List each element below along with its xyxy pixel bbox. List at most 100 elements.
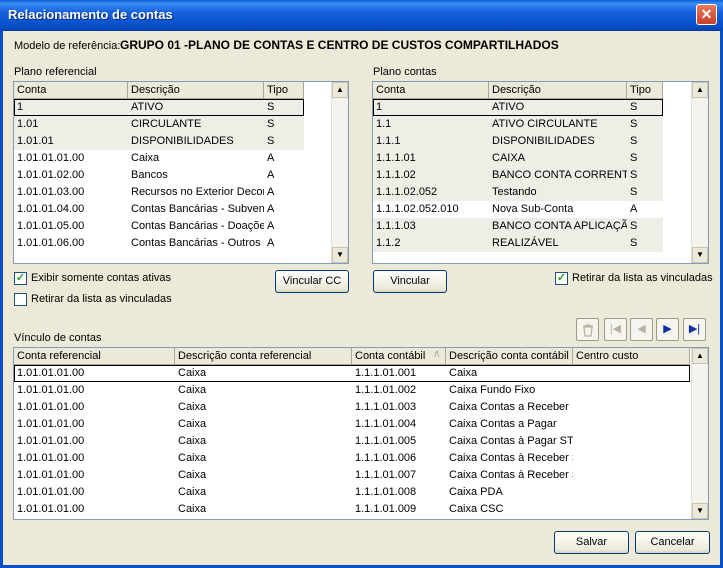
cell-conta: 1.1.1.02 bbox=[376, 169, 416, 181]
cell-descricao: CIRCULANTE bbox=[131, 118, 202, 130]
column-header-descricao[interactable]: Descrição bbox=[128, 82, 264, 99]
table-row[interactable]: 1.01.01.06.00 Contas Bancárias - Outros R… bbox=[14, 235, 304, 252]
plano-referencial-scrollbar[interactable]: ▲ ▼ bbox=[331, 82, 348, 263]
window-border-left bbox=[0, 30, 3, 568]
table-row[interactable]: 1.01.01.01.00 Caixa 1.1.1.01.003 Caixa Cont… bbox=[14, 399, 690, 416]
table-row[interactable]: 1.01.01.01.00 Caixa 1.1.1.01.002 Caixa Fund… bbox=[14, 382, 690, 399]
sort-ascending-icon: /\ bbox=[434, 350, 439, 359]
vincular-cc-button[interactable]: Vincular CC bbox=[275, 270, 349, 293]
table-row[interactable]: 1.01.01.01.00 Caixa 1.1.1.01.007 Caixa Cont… bbox=[14, 467, 690, 484]
cell-tipo: S bbox=[630, 237, 638, 249]
retirar-vinculadas-left-checkbox[interactable] bbox=[14, 293, 27, 306]
table-row[interactable]: 1.1.1.02.052 Testando S bbox=[373, 184, 663, 201]
table-row[interactable]: 1.01.01.01.00 Caixa 1.1.1.01.009 Caixa CSC bbox=[14, 501, 690, 518]
cell-centro-custo bbox=[573, 433, 690, 450]
cell-tipo: S bbox=[630, 135, 638, 147]
table-row[interactable]: 1.1.1.03 BANCO CONTA APLICAÇÃ S bbox=[373, 218, 663, 235]
cell-conta-contabil: 1.1.1.01.009 bbox=[355, 503, 417, 515]
salvar-button[interactable]: Salvar bbox=[554, 531, 629, 554]
table-row[interactable]: 1.01.01.03.00 Recursos no Exterior Decorr… bbox=[14, 184, 304, 201]
table-row[interactable]: 1 ATIVO S bbox=[373, 99, 663, 116]
column-header-conta[interactable]: Conta bbox=[14, 82, 128, 99]
cell-descricao: Contas Bancárias - Subvenç bbox=[131, 203, 264, 215]
column-header-conta-contabil[interactable]: Conta contábil /\ bbox=[352, 348, 446, 365]
cell-tipo: S bbox=[630, 220, 638, 232]
table-row[interactable]: 1.1.1.01 CAIXA S bbox=[373, 150, 663, 167]
column-header-tipo[interactable]: Tipo bbox=[627, 82, 663, 99]
table-row[interactable]: 1.01.01.04.00 Contas Bancárias - Subvenç A bbox=[14, 201, 304, 218]
table-row[interactable]: 1.1.1.02 BANCO CONTA CORRENT S bbox=[373, 167, 663, 184]
column-header-tipo[interactable]: Tipo bbox=[264, 82, 304, 99]
retirar-vinculadas-right-checkbox[interactable]: ✓ bbox=[555, 272, 568, 285]
cell-descricao-conta-contabil: Caixa PDA bbox=[449, 486, 503, 498]
cell-descricao-conta-referencial: Caixa bbox=[178, 452, 207, 464]
table-row[interactable]: 1.01.01.01.00 Caixa 1.1.1.01.004 Caixa Cont… bbox=[14, 416, 690, 433]
table-row[interactable]: 1.01.01 DISPONIBILIDADES S bbox=[14, 133, 304, 150]
table-row[interactable]: 1.01.01.01.00 Caixa 1.1.1.01.001 Caixa bbox=[14, 365, 690, 382]
cell-conta-contabil: 1.1.1.01.002 bbox=[355, 384, 417, 396]
table-row[interactable]: 1.1.1.02.052.010 Nova Sub-Conta A bbox=[373, 201, 663, 218]
cell-descricao-conta-contabil: Caixa bbox=[449, 367, 478, 379]
cell-conta: 1.1.1.02.052 bbox=[376, 186, 438, 198]
plano-contas-scrollbar[interactable]: ▲ ▼ bbox=[691, 82, 708, 263]
column-header-descricao-conta-referencial[interactable]: Descrição conta referencial bbox=[175, 348, 352, 365]
vinculo-scrollbar[interactable]: ▲ ▼ bbox=[691, 348, 708, 519]
cell-tipo: S bbox=[630, 152, 638, 164]
table-row[interactable]: 1.1.2 REALIZÁVEL S bbox=[373, 235, 663, 252]
plano-referencial-label: Plano referencial bbox=[14, 66, 97, 78]
table-row[interactable]: 1.01.01.01.00 Caixa 1.1.1.01.006 Caixa Cont… bbox=[14, 450, 690, 467]
cell-descricao: BANCO CONTA APLICAÇÃ bbox=[492, 220, 627, 232]
cell-centro-custo bbox=[573, 382, 690, 399]
vinculo-label: Vínculo de contas bbox=[14, 332, 102, 344]
cell-descricao-conta-contabil: Caixa Contas à Receber S bbox=[449, 469, 573, 481]
exibir-ativas-label: Exibir somente contas ativas bbox=[31, 272, 172, 284]
column-header-descricao[interactable]: Descrição bbox=[489, 82, 627, 99]
table-row[interactable]: 1.01.01.01.00 Caixa 1.1.1.01.005 Caixa Cont… bbox=[14, 433, 690, 450]
column-header-conta-referencial[interactable]: Conta referencial bbox=[14, 348, 175, 365]
cell-conta: 1.1.1.02.052.010 bbox=[376, 203, 459, 215]
cell-conta: 1.01.01.05.00 bbox=[17, 220, 85, 232]
last-record-icon[interactable]: ▶| bbox=[683, 318, 706, 341]
cell-conta: 1.1 bbox=[376, 118, 392, 130]
cell-tipo: S bbox=[630, 186, 638, 198]
scroll-down-icon[interactable]: ▼ bbox=[692, 247, 708, 263]
cell-descricao-conta-contabil: Caixa CSC bbox=[449, 503, 504, 515]
first-record-icon[interactable]: |◀ bbox=[604, 318, 627, 341]
table-row[interactable]: 1.1.1 DISPONIBILIDADES S bbox=[373, 133, 663, 150]
scroll-up-icon[interactable]: ▲ bbox=[692, 348, 708, 364]
cell-conta: 1.01.01.03.00 bbox=[17, 186, 85, 198]
cell-conta: 1.01 bbox=[17, 118, 39, 130]
table-row[interactable]: 1.01.01.01.00 Caixa A bbox=[14, 150, 304, 167]
cell-conta-referencial: 1.01.01.01.00 bbox=[17, 384, 85, 396]
retirar-vinculadas-left-label: Retirar da lista as vinculadas bbox=[31, 293, 172, 305]
cell-centro-custo bbox=[573, 450, 690, 467]
scroll-down-icon[interactable]: ▼ bbox=[692, 503, 708, 519]
cancelar-button[interactable]: Cancelar bbox=[635, 531, 710, 554]
recycle-bin-icon[interactable] bbox=[576, 318, 599, 341]
table-row[interactable]: 1.1 ATIVO CIRCULANTE S bbox=[373, 116, 663, 133]
table-row[interactable]: 1.01.01.02.00 Bancos A bbox=[14, 167, 304, 184]
exibir-ativas-checkbox[interactable]: ✓ bbox=[14, 272, 27, 285]
plano-contas-grid[interactable]: Conta Descrição Tipo 1 ATIVO S 1.1 ATIVO CIR… bbox=[372, 81, 709, 264]
close-icon[interactable]: ✕ bbox=[696, 4, 717, 25]
modelo-label: Modelo de referência: bbox=[14, 40, 121, 52]
next-record-icon[interactable]: ▶ bbox=[656, 318, 679, 341]
scroll-down-icon[interactable]: ▼ bbox=[332, 247, 348, 263]
cell-descricao-conta-referencial: Caixa bbox=[178, 469, 207, 481]
cell-tipo: S bbox=[630, 101, 638, 113]
scroll-up-icon[interactable]: ▲ bbox=[332, 82, 348, 98]
column-header-conta[interactable]: Conta bbox=[373, 82, 489, 99]
scroll-up-icon[interactable]: ▲ bbox=[692, 82, 708, 98]
table-row[interactable]: 1.01 CIRCULANTE S bbox=[14, 116, 304, 133]
plano-referencial-grid[interactable]: Conta Descrição Tipo 1 ATIVO S 1.01 CIRCULAN… bbox=[13, 81, 349, 264]
table-row[interactable]: 1.01.01.01.00 Caixa 1.1.1.01.008 Caixa PDA bbox=[14, 484, 690, 501]
previous-record-icon[interactable]: ◀ bbox=[630, 318, 653, 341]
cell-conta-contabil: 1.1.1.01.008 bbox=[355, 486, 417, 498]
table-row[interactable]: 1 ATIVO S bbox=[14, 99, 304, 116]
vinculo-grid[interactable]: Conta referencial Descrição conta refere… bbox=[13, 347, 709, 520]
table-row[interactable]: 1.01.01.05.00 Contas Bancárias - Doaçõe A bbox=[14, 218, 304, 235]
column-header-centro-custo[interactable]: Centro custo bbox=[573, 348, 690, 365]
vincular-button[interactable]: Vincular bbox=[373, 270, 447, 293]
cell-conta-referencial: 1.01.01.01.00 bbox=[17, 367, 85, 379]
column-header-descricao-conta-contabil[interactable]: Descrição conta contábil bbox=[446, 348, 573, 365]
